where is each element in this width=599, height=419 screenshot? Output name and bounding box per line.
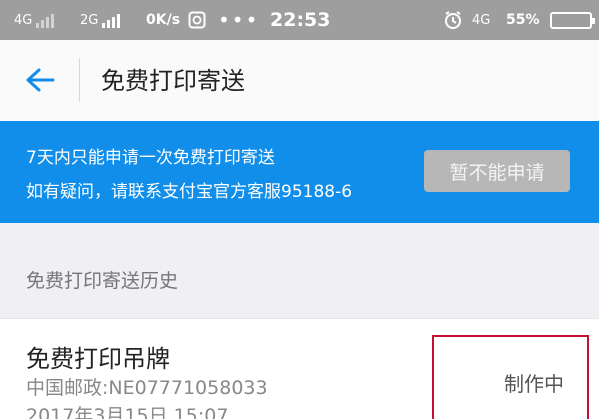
banner-contact-text: 如有疑问，请联系支付宝官方客服95188-6 bbox=[26, 182, 353, 202]
back-arrow-icon bbox=[26, 68, 55, 92]
app-header: 免费打印寄送 bbox=[0, 40, 599, 121]
net-type: 4G bbox=[472, 0, 490, 40]
signal-bars-icon bbox=[36, 12, 55, 28]
history-item-tracking: 中国邮政:NE07771058033 bbox=[26, 377, 268, 399]
header-divider bbox=[79, 58, 80, 102]
alarm-icon bbox=[443, 0, 463, 40]
history-item-status: 制作中 bbox=[504, 372, 564, 396]
apply-button[interactable]: 暂不能申请 bbox=[424, 150, 570, 192]
sim2-label: 2G bbox=[80, 12, 99, 28]
sim2-signal: 2G bbox=[80, 0, 121, 40]
more-dots-icon: ••• bbox=[218, 8, 260, 32]
back-button[interactable] bbox=[20, 60, 60, 100]
banner-limit-text: 7天内只能申请一次免费打印寄送 bbox=[26, 148, 275, 168]
net-speed-label: 0K/s bbox=[146, 12, 181, 28]
sim1-label: 4G bbox=[14, 12, 33, 28]
page-title: 免费打印寄送 bbox=[101, 67, 245, 95]
battery-icon bbox=[544, 0, 595, 40]
net-speed: 0K/s bbox=[146, 0, 180, 40]
notification-icon bbox=[188, 0, 206, 40]
clock: 22:53 bbox=[270, 9, 331, 31]
signal-bars-icon bbox=[102, 12, 121, 28]
history-section-label: 免费打印寄送历史 bbox=[26, 270, 179, 292]
history-item-date: 2017年3月15日 15:07 bbox=[26, 405, 229, 419]
history-item[interactable]: 免费打印吊牌 中国邮政:NE07771058033 2017年3月15日 15:… bbox=[0, 318, 599, 419]
sim1-signal: 4G bbox=[14, 0, 55, 40]
history-item-title: 免费打印吊牌 bbox=[26, 345, 170, 373]
status-bar: 4G 2G 0K/s ••• 22:53 4G 55% bbox=[0, 0, 599, 40]
battery-percent: 55% bbox=[506, 12, 540, 28]
net-type-label: 4G bbox=[472, 12, 491, 28]
